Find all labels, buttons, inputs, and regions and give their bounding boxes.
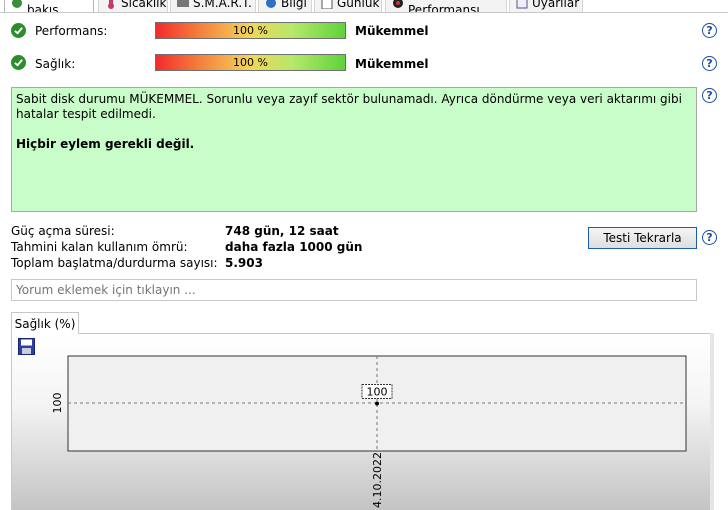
- tab-disk-performance-label: Disk Performansı: [408, 0, 480, 12]
- health-chart: 100 100 4.10.2022: [51, 355, 687, 508]
- health-bar-text: 100 %: [233, 56, 268, 69]
- data-label: 100: [367, 386, 388, 399]
- tab-smart-label: S.M.A.R.T.: [193, 0, 252, 10]
- tab-disk-performance[interactable]: Disk Performansı: [385, 0, 507, 12]
- power-on-value: 748 gün, 12 saat: [225, 224, 339, 238]
- x-tick-label: 4.10.2022: [371, 452, 384, 508]
- tab-temperature-label: Sıcaklık: [121, 0, 167, 10]
- health-bar: 100 %: [155, 54, 346, 71]
- smart-icon: [177, 0, 189, 9]
- tab-overview[interactable]: Genel bakış: [4, 0, 94, 12]
- health-check-icon: [11, 55, 26, 70]
- disk-performance-icon: [392, 0, 404, 9]
- overview-icon: [11, 0, 23, 9]
- y-tick-label: 100: [51, 393, 64, 414]
- main-tab-strip: Genel bakış Sıcaklık S.M.A.R.T. Bilgi Gü…: [0, 0, 728, 12]
- comment-input[interactable]: [11, 279, 697, 301]
- tab-divider: [0, 12, 728, 13]
- performance-bar-text: 100 %: [233, 24, 268, 37]
- tab-health-chart[interactable]: Sağlık (%): [11, 312, 79, 334]
- tab-info-label: Bilgi: [281, 0, 307, 10]
- start-stop-value: 5.903: [225, 256, 263, 270]
- power-on-label: Güç açma süresi:: [11, 224, 115, 238]
- status-message-box: Sabit disk durumu MÜKEMMEL. Sorunlu veya…: [11, 87, 697, 212]
- start-stop-label: Toplam başlatma/durdurma sayısı:: [11, 256, 218, 270]
- tab-smart[interactable]: S.M.A.R.T.: [170, 0, 256, 12]
- health-status: Mükemmel: [355, 57, 429, 71]
- lifetime-value: daha fazla 1000 gün: [225, 240, 363, 254]
- info-icon: [265, 0, 277, 9]
- status-message-text: Sabit disk durumu MÜKEMMEL. Sorunlu veya…: [16, 92, 682, 121]
- tab-alerts-label: Uyarılar: [532, 0, 580, 10]
- performance-help-icon[interactable]: ?: [702, 23, 717, 38]
- tab-log[interactable]: Günlük: [314, 0, 382, 12]
- lifetime-label: Tahmini kalan kullanım ömrü:: [11, 240, 188, 254]
- performance-bar: 100 %: [155, 22, 346, 39]
- retest-button[interactable]: Testi Tekrarla: [588, 227, 697, 249]
- tab-temperature[interactable]: Sıcaklık: [98, 0, 168, 12]
- tab-alerts[interactable]: Uyarılar: [509, 0, 583, 12]
- status-action-text: Hiçbir eylem gerekli değil.: [16, 137, 195, 151]
- tab-info[interactable]: Bilgi: [258, 0, 312, 12]
- tab-overview-label: Genel bakış: [27, 0, 62, 12]
- tab-log-label: Günlük: [337, 0, 380, 10]
- health-label: Sağlık:: [35, 57, 76, 71]
- health-help-icon[interactable]: ?: [702, 56, 717, 71]
- performance-status: Mükemmel: [355, 24, 429, 38]
- log-icon: [321, 0, 333, 9]
- performance-label: Performans:: [35, 24, 108, 38]
- alerts-icon: [516, 0, 528, 9]
- retest-help-icon[interactable]: ?: [702, 230, 717, 245]
- data-point: [375, 401, 379, 406]
- message-help-icon[interactable]: ?: [702, 88, 717, 103]
- thermometer-icon: [105, 0, 117, 9]
- performance-check-icon: [11, 23, 26, 38]
